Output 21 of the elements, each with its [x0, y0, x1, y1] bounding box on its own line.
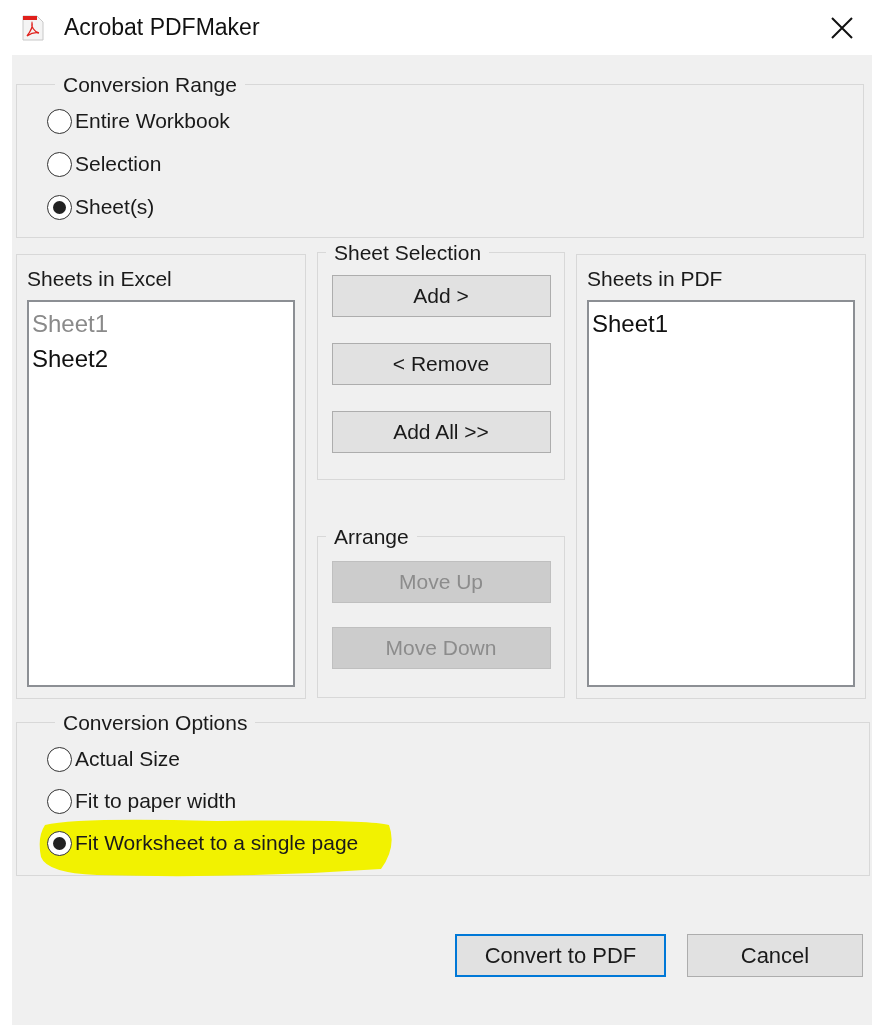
dialog-button[interactable]: Add >	[331, 275, 551, 317]
dialog-button[interactable]: Add All >>	[331, 411, 551, 453]
dialog-button[interactable]: < Remove	[331, 343, 551, 385]
pdf-document-icon	[22, 14, 44, 41]
list-item[interactable]: Sheet1	[592, 305, 669, 341]
radio-option[interactable]: Entire Workbook	[47, 101, 230, 141]
sheet-list[interactable]: Sheet1	[587, 299, 855, 687]
radio-option[interactable]: Selection	[47, 144, 162, 184]
list-item[interactable]: Sheet2	[32, 340, 109, 376]
group-title: Conversion Range	[62, 74, 238, 95]
dialog-button[interactable]: Convert to PDF	[455, 934, 666, 977]
dialog-button[interactable]: Cancel	[687, 934, 863, 977]
radio-option[interactable]: Sheet(s)	[47, 187, 155, 227]
group-title: Conversion Options	[62, 712, 249, 733]
window-title: Acrobat PDFMaker	[64, 13, 260, 43]
list-title: Sheets in PDF	[587, 266, 724, 292]
list-title: Sheets in Excel	[27, 266, 173, 292]
group-title: Arrange	[333, 526, 410, 547]
group-title: Sheet Selection	[333, 242, 483, 263]
close-icon	[830, 15, 854, 40]
radio-option[interactable]: Actual Size	[47, 739, 181, 779]
